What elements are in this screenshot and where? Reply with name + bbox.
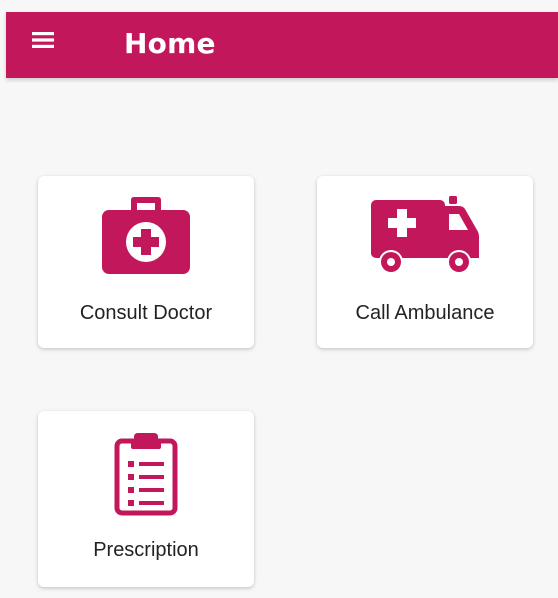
consult-doctor-label: Consult Doctor: [79, 302, 213, 324]
consult-doctor-card[interactable]: Consult Doctor: [38, 176, 254, 348]
prescription-card[interactable]: Prescription: [38, 411, 254, 587]
clipboard-list-icon: [38, 431, 254, 517]
status-strip: [0, 0, 558, 12]
menu-button[interactable]: [28, 25, 58, 55]
hamburger-menu-icon: [32, 32, 54, 48]
page-title: Home: [124, 27, 216, 60]
call-ambulance-card[interactable]: Call Ambulance: [317, 176, 533, 348]
medical-kit-icon: [38, 196, 254, 276]
call-ambulance-label: Call Ambulance: [355, 302, 495, 324]
prescription-label: Prescription: [93, 539, 199, 561]
app-bar: Home: [6, 12, 558, 78]
ambulance-icon: [317, 192, 533, 280]
